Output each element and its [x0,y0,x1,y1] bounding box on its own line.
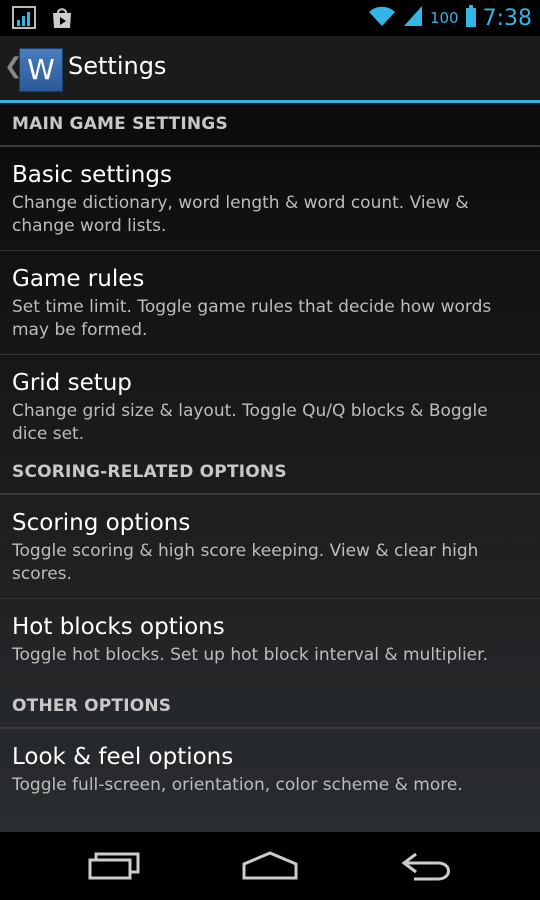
section-header-main-game-settings: MAIN GAME SETTINGS [0,103,540,147]
home-icon[interactable] [240,850,300,886]
cell-signal-icon [402,4,424,32]
recent-apps-icon[interactable] [86,850,142,886]
pref-scoring-options[interactable]: Scoring options Toggle scoring & high sc… [0,495,540,599]
pref-summary: Change grid size & layout. Toggle Qu/Q b… [12,401,488,444]
play-store-notification-icon [50,6,74,34]
pref-hot-blocks-options[interactable]: Hot blocks options Toggle hot blocks. Se… [0,599,540,685]
battery-level: 100 [429,9,459,27]
status-bar: 100 7:38 [0,0,540,36]
pref-title: Basic settings [12,162,172,188]
action-bar: ❮ W Settings [0,36,540,103]
pref-summary: Set time limit. Toggle game rules that d… [12,297,492,340]
pref-basic-settings[interactable]: Basic settings Change dictionary, word l… [0,147,540,251]
pref-summary: Toggle hot blocks. Set up hot block inte… [12,645,488,665]
pref-game-rules[interactable]: Game rules Set time limit. Toggle game r… [0,251,540,355]
pref-title: Hot blocks options [12,614,225,640]
settings-list: MAIN GAME SETTINGS Basic settings Change… [0,103,540,832]
battery-icon [465,4,477,32]
wifi-icon [368,4,396,32]
pref-summary: Toggle full-screen, orientation, color s… [12,775,463,795]
navigation-bar [0,832,540,900]
clock: 7:38 [482,5,532,31]
pref-look-and-feel-options[interactable]: Look & feel options Toggle full-screen, … [0,729,540,821]
page-title: Settings [68,52,167,80]
pref-title: Scoring options [12,510,191,536]
pref-title: Grid setup [12,370,132,396]
pref-title: Look & feel options [12,744,234,770]
pref-title: Game rules [12,266,145,292]
pref-summary: Change dictionary, word length & word co… [12,193,469,236]
pref-grid-setup[interactable]: Grid setup Change grid size & layout. To… [0,355,540,459]
app-logo[interactable]: W [19,48,63,92]
back-icon[interactable] [400,850,456,886]
pref-summary: Toggle scoring & high score keeping. Vie… [12,541,479,584]
section-header-scoring-related-options: SCORING-RELATED OPTIONS [0,451,540,495]
section-header-other-options: OTHER OPTIONS [0,685,540,729]
signal-chart-notification-icon [12,6,38,34]
